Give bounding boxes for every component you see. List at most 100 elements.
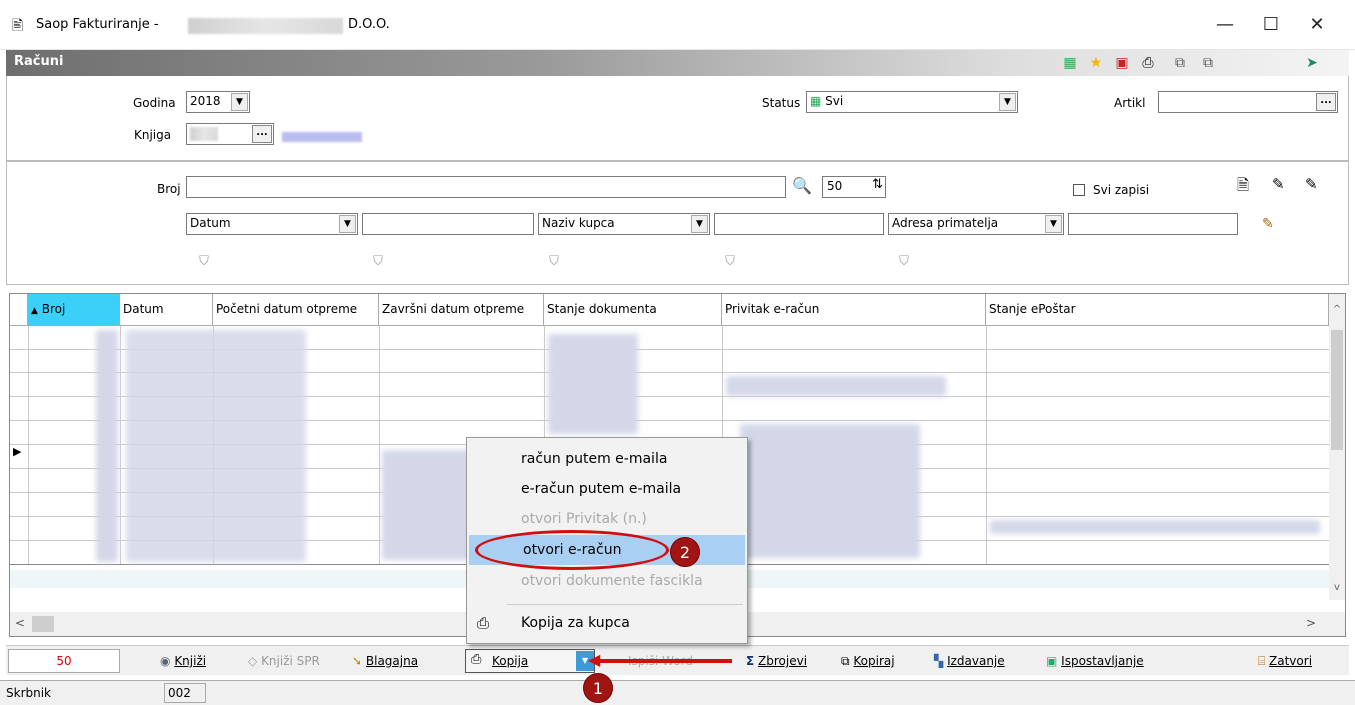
column-header-privitak[interactable]: Privitak e-račun	[722, 294, 986, 326]
knjizi-spr-button[interactable]: ◇ Knjiži SPR	[248, 651, 320, 671]
scroll-left-arrow[interactable]: <	[15, 616, 25, 630]
record-count-box: 50	[8, 649, 120, 673]
paste-icon[interactable]: ⧉	[1198, 53, 1218, 73]
knjiga-description-redacted	[282, 132, 362, 142]
ispostavljanje-button[interactable]: ▣ Ispostavljanje	[1046, 651, 1144, 671]
star-icon[interactable]: ★	[1086, 53, 1106, 73]
knjiga-field[interactable]: ...	[186, 123, 274, 145]
scrollbar-down-arrow[interactable]: v	[1329, 582, 1345, 598]
ispostavljanje-label: Ispostavljanje	[1061, 654, 1144, 668]
chevron-down-icon[interactable]: ▼	[691, 215, 708, 233]
column-divider	[379, 326, 380, 564]
current-row-indicator-icon: ▶	[13, 445, 22, 458]
menu-item-kopija-za-kupca[interactable]: Kopija za kupca	[467, 608, 747, 638]
menu-item-otvori-dokumente[interactable]: otvori dokumente fascikla	[467, 566, 747, 596]
column-header-label: Broj	[41, 302, 66, 316]
filter-icon[interactable]: ⛉	[546, 254, 562, 272]
column-header-zavrsni-datum[interactable]: Završni datum otpreme	[379, 294, 544, 326]
filter-icon[interactable]: ⛉	[722, 254, 738, 272]
clear-filter-icon[interactable]: ✎	[1262, 216, 1274, 232]
edit-multiple-icon[interactable]: ✎	[1305, 175, 1318, 193]
knjizi-button[interactable]: ◉ Knjiži	[160, 651, 206, 671]
field2-select[interactable]: Naziv kupca ▼	[538, 213, 710, 235]
status-label: Status	[762, 96, 801, 110]
status-select[interactable]: ▦ Svi ▼	[806, 91, 1018, 113]
kopija-label: Kopija	[492, 654, 529, 668]
chevron-down-icon[interactable]: ▼	[999, 93, 1016, 111]
zatvori-button[interactable]: ⌸ Zatvori	[1258, 651, 1312, 671]
grid-icon[interactable]: ▦	[1060, 53, 1080, 73]
artikl-label: Artikl	[1114, 96, 1146, 110]
redacted-cells	[382, 450, 472, 560]
export-icon[interactable]: ➤	[1302, 53, 1322, 73]
menu-item-e-racun-email[interactable]: e-račun putem e-maila	[467, 474, 747, 504]
scroll-right-arrow[interactable]: >	[1306, 616, 1316, 630]
spinner-icon[interactable]: ⇅	[872, 177, 883, 192]
column-divider	[986, 326, 987, 564]
filter-icon[interactable]: ⛉	[196, 254, 212, 272]
broj-label: Broj	[157, 182, 181, 196]
page-size-input[interactable]: 50 ⇅	[822, 176, 886, 198]
column-header-datum[interactable]: Datum	[120, 294, 213, 326]
annotation-badge-1: 1	[583, 673, 613, 703]
broj-search-input[interactable]	[186, 176, 786, 198]
filter-icon[interactable]: ⛉	[370, 254, 386, 272]
redacted-cells	[726, 376, 946, 396]
annotation-badge-2: 2	[670, 537, 700, 567]
close-button[interactable]: ✕	[1294, 8, 1340, 42]
edit-icon[interactable]: ✎	[1272, 175, 1285, 193]
kopija-split-button[interactable]: ⎙ Kopija ▼	[465, 649, 595, 673]
field2-input[interactable]	[714, 213, 884, 235]
vertical-scrollbar[interactable]: v	[1329, 326, 1345, 600]
menu-item-racun-email[interactable]: račun putem e-maila	[467, 444, 747, 474]
app-title-prefix: Saop Fakturiranje -	[36, 17, 159, 32]
column-divider	[120, 326, 121, 564]
field1-select[interactable]: Datum ▼	[186, 213, 358, 235]
column-header-broj[interactable]: ▲ Broj	[28, 294, 120, 326]
knjizi-label: Knjiži	[174, 654, 207, 668]
godina-select[interactable]: 2018 ▼	[186, 91, 250, 113]
menu-item-otvori-privitak[interactable]: otvori Privitak (n.)	[467, 504, 747, 534]
print-icon[interactable]: ⎙	[1138, 53, 1158, 73]
svi-zapisi-label: Svi zapisi	[1093, 183, 1150, 197]
pdf-icon[interactable]: ▣	[1112, 53, 1132, 73]
maximize-button[interactable]: ☐	[1248, 8, 1294, 42]
kopija-context-menu: račun putem e-maila e-račun putem e-mail…	[466, 437, 748, 644]
kopiraj-button[interactable]: ⧉ Kopiraj	[841, 651, 895, 671]
minimize-button[interactable]: —	[1202, 8, 1248, 42]
scrollbar-thumb[interactable]	[1331, 330, 1343, 450]
field1-input[interactable]	[362, 213, 534, 235]
svi-zapisi-checkbox[interactable]	[1073, 184, 1085, 196]
column-header-pocetni-datum[interactable]: Početni datum otpreme	[213, 294, 379, 326]
copy-icon[interactable]: ⧉	[1170, 53, 1190, 73]
knjizi-spr-label: Knjiži SPR	[261, 654, 320, 668]
annotation-arrowhead: ◀	[588, 650, 601, 669]
artikl-browse-button[interactable]: ...	[1316, 93, 1336, 111]
artikl-field[interactable]: ...	[1158, 91, 1338, 113]
izdavanje-button[interactable]: ▚ Izdavanje	[934, 651, 1005, 671]
chevron-down-icon[interactable]: ▼	[339, 215, 356, 233]
copy-icon: ⧉	[841, 654, 850, 668]
field3-input[interactable]	[1068, 213, 1238, 235]
blagajna-button[interactable]: ➘ Blagajna	[352, 651, 418, 671]
column-header-stanje-dokumenta[interactable]: Stanje dokumenta	[544, 294, 722, 326]
sum-icon: Σ	[746, 654, 755, 668]
knjiga-browse-button[interactable]: ...	[252, 125, 272, 143]
row-indicator-header	[10, 294, 28, 326]
door-icon: ⌸	[1258, 654, 1266, 668]
search-icon[interactable]: 🔍	[792, 176, 812, 195]
chevron-down-icon[interactable]: ▼	[1045, 215, 1062, 233]
filter-icon[interactable]: ⛉	[896, 254, 912, 272]
field3-select[interactable]: Adresa primatelja ▼	[888, 213, 1064, 235]
new-document-icon[interactable]: 🗎	[1237, 175, 1249, 200]
chevron-down-icon[interactable]: ▼	[231, 93, 248, 111]
column-header-stanje-epostar[interactable]: Stanje ePoštar	[986, 294, 1329, 326]
sort-ascending-icon: ▲	[31, 306, 38, 316]
field2-value: Naziv kupca	[542, 216, 615, 230]
zbrojevi-button[interactable]: Σ Zbrojevi	[746, 651, 807, 671]
scrollbar-thumb[interactable]	[32, 616, 54, 632]
status-value: 002	[168, 686, 191, 700]
scrollbar-up-arrow[interactable]: ^	[1329, 294, 1345, 326]
status-label: Skrbnik	[6, 686, 52, 700]
app-icon: 🖹	[12, 18, 24, 34]
